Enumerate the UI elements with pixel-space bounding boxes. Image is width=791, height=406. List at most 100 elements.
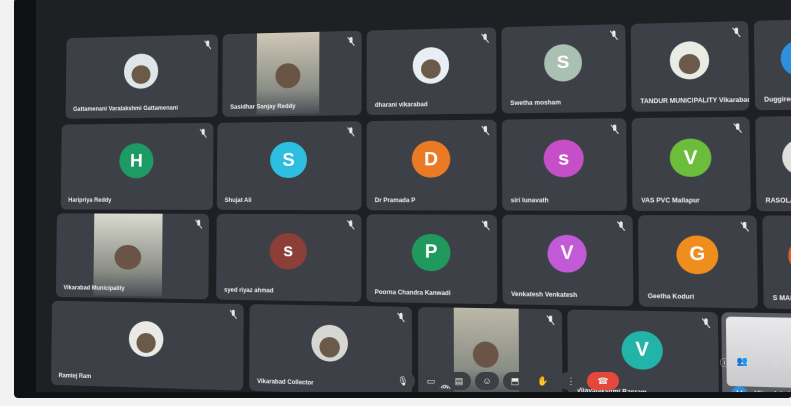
participant-tile[interactable]: D Dr Pramada P (366, 119, 497, 211)
participant-tile[interactable]: S Shujat Ali (216, 121, 362, 211)
participant-grid: Gattamenani Varalakshmi Gattamenani Sasid… (44, 0, 791, 392)
emoji-button[interactable]: ☺ (475, 372, 499, 390)
participant-name: Sasidhar Sanjay Reddy (230, 103, 296, 111)
participant-name: Venkatesh Venkatesh (511, 291, 578, 300)
participant-tile[interactable]: s syed riyaz ahmad (216, 213, 362, 302)
mic-icon: 🎙 (397, 375, 409, 386)
muted-mic-icon (617, 221, 625, 231)
right-controls: ⓘ 👥 ▢ △ ⌂ (720, 356, 791, 369)
photo-avatar (782, 138, 791, 176)
participant-tile[interactable]: H Haripriya Reddy (60, 122, 214, 210)
profile-photo (420, 58, 441, 80)
activities-icon[interactable]: △ (773, 356, 780, 369)
participant-tile[interactable]: V VAS PVC Mallapur (631, 116, 751, 212)
participant-name: Vikarabad Collector (257, 378, 314, 387)
video-feed (256, 31, 320, 115)
emoji-icon: ☺ (482, 376, 492, 386)
mic-button[interactable]: 🎙 (391, 372, 415, 390)
muted-mic-icon (200, 129, 207, 138)
participant-name: Shujat Ali (224, 197, 252, 204)
profile-photo (131, 64, 151, 85)
participant-tile[interactable]: V Vijayalakshmi Basram joined (721, 312, 791, 392)
muted-mic-icon (204, 40, 211, 49)
self-video-feed (725, 316, 791, 390)
participant-name: Dr Pramada P (374, 198, 416, 205)
muted-mic-icon (195, 220, 202, 229)
participant-tile[interactable]: Ramtej Ram (51, 300, 244, 391)
letter-avatar: H (118, 142, 155, 179)
participant-tile[interactable]: S Swetha mosham (501, 24, 627, 114)
muted-mic-icon (482, 126, 489, 135)
letter-avatar: V (547, 234, 587, 273)
participant-tile[interactable]: Vikarabad Collector (249, 304, 412, 392)
meeting-screen: Gattamenani Varalakshmi Gattamenani Sasid… (36, 0, 791, 392)
participant-tile[interactable]: TANDUR MUNICIPALITY Vikarabad Dist (630, 20, 750, 112)
muted-mic-icon (482, 221, 489, 230)
profile-photo (136, 332, 156, 353)
letter-avatar: G (676, 235, 718, 275)
person-silhouette (114, 244, 142, 270)
participant-name: Geetha Koduri (647, 293, 695, 301)
participant-tile[interactable]: V Venkatesh Venkatesh (502, 214, 634, 307)
people-icon[interactable]: 👥 (737, 356, 748, 369)
captions-icon: ▤ (454, 375, 464, 386)
person-silhouette (472, 341, 499, 369)
present-button[interactable]: ⬒ (503, 372, 527, 390)
muted-mic-icon (610, 31, 618, 41)
muted-mic-icon (732, 28, 740, 38)
participant-tile[interactable]: G Geetha Koduri (638, 215, 758, 309)
letter-avatar: S (543, 44, 583, 82)
participant-tile[interactable]: SS MAREPAL (762, 215, 791, 310)
muted-mic-icon (347, 37, 354, 46)
letter-avatar: V (669, 137, 712, 178)
muted-mic-icon (397, 313, 404, 322)
lock-icon[interactable]: ⌂ (788, 356, 791, 369)
participant-tile[interactable]: Gattamenani Varalakshmi Gattamenani (65, 34, 218, 119)
person-silhouette (275, 63, 301, 89)
participant-tile[interactable]: Sasidhar Sanjay Reddy (222, 30, 362, 117)
muted-mic-icon (347, 127, 354, 136)
more-options-button[interactable]: ⋮ (559, 372, 583, 390)
camera-icon: ▭ (426, 375, 436, 386)
profile-photo (319, 336, 340, 358)
camera-button[interactable]: ▭ (419, 372, 443, 390)
participant-name: Duggireddy sree priya (764, 96, 791, 104)
info-icon[interactable]: ⓘ (720, 356, 729, 369)
participant-name: Swetha mosham (510, 100, 561, 108)
photo-avatar (311, 324, 349, 363)
participant-name: dharani vikarabad (374, 102, 428, 109)
chat-icon[interactable]: ▢ (756, 356, 765, 369)
photo-avatar (412, 47, 450, 84)
letter-avatar: D (780, 39, 791, 77)
photo-avatar (128, 320, 164, 358)
participant-tile[interactable]: dharani vikarabad (366, 27, 497, 116)
participant-name: syed riyaz ahmad (224, 287, 274, 295)
participant-tile[interactable]: s siri lunavath (501, 118, 627, 211)
participant-name: Vikarabad Municipality (63, 285, 125, 293)
muted-mic-icon (481, 34, 488, 43)
raise-hand-button[interactable]: ✋ (531, 372, 555, 390)
photo-avatar (124, 53, 158, 89)
participant-name: Gattamenani Varalakshmi Gattamenani (73, 105, 178, 113)
participant-name: siri lunavath (510, 198, 549, 205)
muted-mic-icon (611, 125, 619, 135)
participant-name: TANDUR MUNICIPALITY Vikarabad Dist (640, 97, 750, 106)
hangup-button[interactable]: ☎ (587, 372, 619, 390)
participant-tile[interactable]: Vikarabad Municipality (55, 213, 209, 300)
muted-mic-icon (547, 315, 555, 325)
video-feed (93, 213, 163, 297)
participant-tile[interactable]: RASOLA PARMESH (755, 115, 791, 212)
letter-avatar: s (543, 139, 584, 178)
raise-hand-icon: ✋ (537, 375, 549, 386)
muted-mic-icon (741, 222, 749, 232)
muted-mic-icon (702, 318, 710, 328)
participant-name: RASOLA PARMESH (765, 198, 791, 205)
letter-avatar: D (411, 140, 451, 179)
participant-tile[interactable]: P Poorna Chandra Kanwadi (366, 214, 498, 305)
call-controls: 🎙 ▭ ▤ ☺ ⬒ ✋ ⋮ ☎ (391, 370, 619, 392)
participant-tile[interactable]: D Duggireddy sree priya (753, 18, 791, 111)
participant-name: S MAREPAL (772, 295, 791, 303)
captions-button[interactable]: ▤ (447, 372, 471, 390)
muted-mic-icon (229, 309, 237, 319)
letter-avatar: S (270, 141, 308, 179)
